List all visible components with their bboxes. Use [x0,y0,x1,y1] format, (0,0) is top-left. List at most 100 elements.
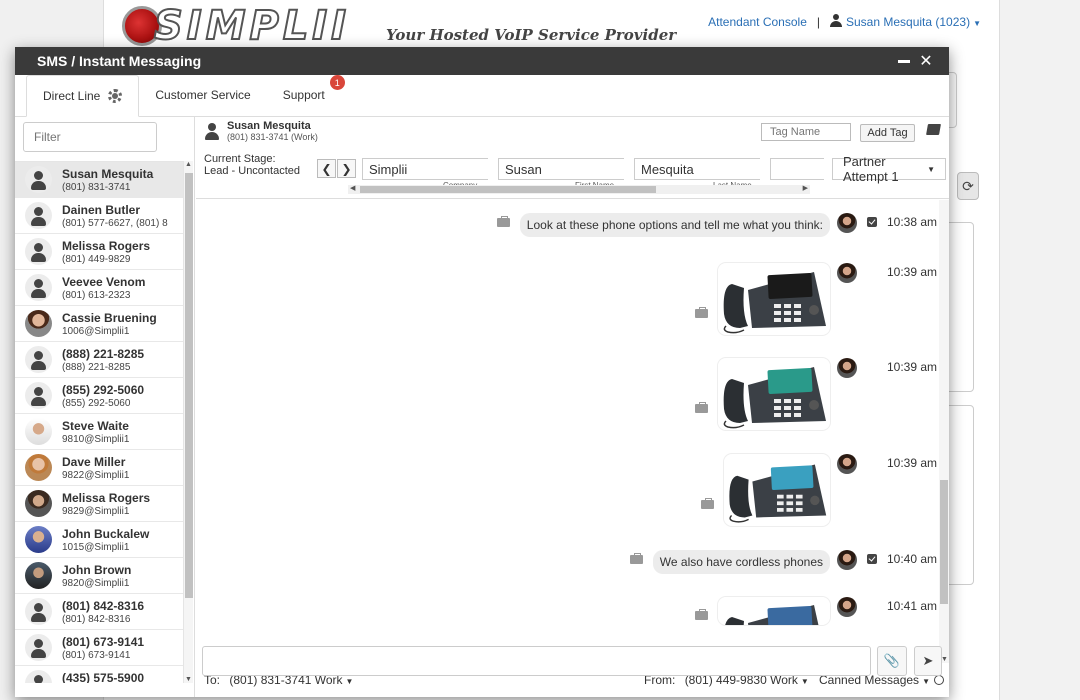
contact-list-item[interactable]: (855) 292-5060 (855) 292-5060 [15,378,183,414]
briefcase-icon [701,498,714,509]
tagline: Your Hosted VoIP Service Provider [386,26,677,44]
contact-text: (888) 221-8285 (888) 221-8285 [62,347,180,373]
message-input[interactable] [202,646,871,676]
extra-field[interactable] [770,158,824,180]
contact-text: Melissa Rogers 9829@Simplii1 [62,491,180,517]
user-menu-label: Susan Mesquita (1023) [846,15,971,29]
message-row: We also have cordless phones 10:40 am [629,550,938,574]
stage-next-button[interactable]: ❯ [337,159,356,178]
message-image[interactable] [718,358,830,430]
top-nav: Attendant Console | Susan Mesquita (1023… [708,14,981,29]
logo-wordmark: SIMPLII [153,2,351,50]
contact-list-name: (801) 673-9141 [62,634,145,649]
contact-list-detail: (801) 831-3741 [62,181,131,193]
first-name-field[interactable]: Susan [498,158,624,180]
last-name-field[interactable]: Mesquita [634,158,760,180]
contact-list-item[interactable]: Susan Mesquita (801) 831-3741 [15,162,183,198]
current-stage-label: Current Stage: Lead - Uncontacted [204,153,300,177]
fields-horizontal-scrollbar[interactable]: ◀ ▶ [348,185,810,194]
message-image[interactable] [724,454,830,526]
contact-list-detail: 1015@Simplii1 [62,541,130,553]
company-logo: SIMPLII [122,2,351,50]
tab-customer-service[interactable]: Customer Service [139,74,266,116]
stage-prev-button[interactable]: ❮ [317,159,336,178]
company-field[interactable]: Simplii [362,158,488,180]
contact-list-detail: (801) 449-9829 [62,253,131,265]
contact-list-item[interactable]: Steve Waite 9810@Simplii1 [15,414,183,450]
tab-label: Direct Line [43,89,101,103]
contact-list-item[interactable]: John Brown 9820@Simplii1 [15,558,183,594]
contact-list-name: (801) 842-8316 [62,598,145,613]
tag-name-input[interactable] [761,123,851,141]
user-menu[interactable]: Susan Mesquita (1023) ▼ [830,14,981,29]
send-button[interactable]: ➤ [914,646,942,676]
contact-list-item[interactable]: (801) 673-9141 (801) 673-9141 [15,630,183,666]
message-bubble: Look at these phone options and tell me … [519,213,830,237]
delivered-check-icon [867,217,877,227]
contact-list-item[interactable]: Veevee Venom (801) 613-2323 [15,270,183,306]
scrollbar-thumb[interactable] [360,186,656,193]
contact-list-name: Cassie Bruening [62,310,157,325]
contact-text: (855) 292-5060 (855) 292-5060 [62,383,180,409]
scroll-right-icon[interactable]: ▶ [803,184,808,192]
tab-direct-line[interactable]: Direct Line [26,75,140,117]
close-icon: ✕ [919,53,933,70]
filter-input[interactable] [23,122,157,152]
message-image[interactable] [718,263,830,335]
gear-icon[interactable] [108,89,123,103]
message-thread: Look at these phone options and tell me … [196,200,949,663]
unread-badge: 1 [329,75,345,90]
contact-avatar-icon [204,123,220,141]
contact-list-item[interactable]: Cassie Bruening 1006@Simplii1 [15,306,183,342]
scroll-left-icon[interactable]: ◀ [350,184,355,192]
send-icon: ➤ [922,653,934,668]
contact-list-detail: (801) 577-6627, (801) 8 [62,217,168,229]
scrollbar-thumb[interactable] [940,480,948,604]
contact-list-name: Melissa Rogers [62,490,151,505]
message-thread-scrollbar[interactable]: ▼ [939,200,949,663]
scroll-down-icon[interactable]: ▼ [941,656,948,663]
contact-list-name: Dainen Butler [62,202,141,217]
message-image[interactable] [718,597,830,625]
contact-list-item[interactable]: Dave Miller 9822@Simplii1 [15,450,183,486]
clock-icon[interactable] [934,675,944,685]
add-tag-button[interactable]: Add Tag [860,124,915,142]
message-time: 10:40 am [887,552,938,566]
briefcase-icon [695,307,708,318]
sms-messaging-modal: SMS / Instant Messaging ✕ Direct Line Cu… [15,47,949,697]
tab-support[interactable]: Support 1 [267,74,351,116]
attach-button[interactable]: 📎 [877,646,907,676]
person-avatar-icon [25,166,52,193]
contact-list-name: (435) 575-5900 [62,670,145,684]
avatar [25,526,52,553]
minimize-button[interactable] [893,51,915,71]
refresh-icon[interactable]: ⟳ [957,172,979,200]
stage-select-value: Partner Attempt 1 [843,154,899,184]
contact-list-item[interactable]: (801) 842-8316 (801) 842-8316 [15,594,183,630]
close-button[interactable]: ✕ [915,51,937,71]
line-tabs: Direct Line Customer Service Support 1 [15,75,949,117]
briefcase-icon [695,609,708,620]
contact-list-item[interactable]: Melissa Rogers 9829@Simplii1 [15,486,183,522]
chevron-down-icon: ▼ [800,677,809,686]
person-avatar-icon [25,598,52,625]
scroll-up-icon[interactable]: ▲ [185,161,192,168]
attendant-console-link[interactable]: Attendant Console [708,15,807,29]
contact-list-detail: 9822@Simplii1 [62,469,130,481]
contact-text: Melissa Rogers (801) 449-9829 [62,239,180,265]
contact-list-item[interactable]: Dainen Butler (801) 577-6627, (801) 8 [15,198,183,234]
contact-list-item[interactable]: (888) 221-8285 (888) 221-8285 [15,342,183,378]
nav-separator: | [816,14,820,29]
scrollbar-thumb[interactable] [185,173,193,598]
notes-book-icon[interactable] [926,124,941,135]
contact-list-item[interactable]: Melissa Rogers (801) 449-9829 [15,234,183,270]
contact-list-item[interactable]: (435) 575-5900(435) 575-5900 [15,666,183,683]
contact-list-detail: (855) 292-5060 [62,397,131,409]
contact-list-name: Melissa Rogers [62,238,151,253]
stage-select[interactable]: Partner Attempt 1 ▼ [832,154,946,184]
contact-text: Dainen Butler (801) 577-6627, (801) 8 [62,203,180,229]
contact-list-scrollbar[interactable]: ▲ ▼ [183,161,193,683]
message-row: 10:41 am [695,597,937,625]
contact-list-item[interactable]: John Buckalew 1015@Simplii1 [15,522,183,558]
scroll-down-icon[interactable]: ▼ [185,676,192,683]
